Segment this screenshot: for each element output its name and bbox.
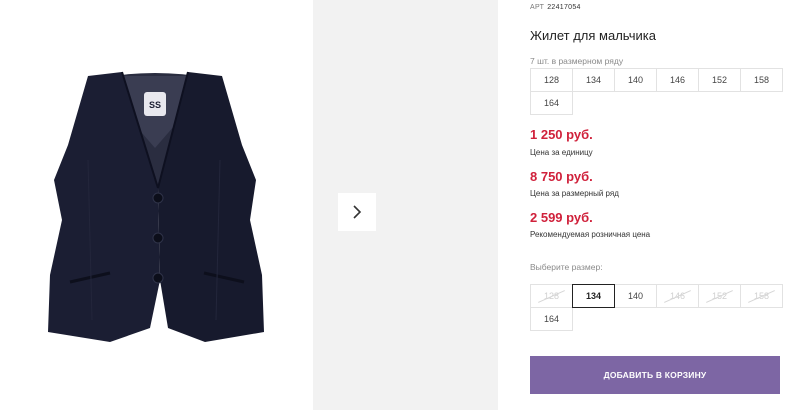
pack-size-cell: 164	[530, 91, 573, 115]
pack-size-grid: 128 134 140 146 152 158 164	[530, 68, 783, 115]
pack-size-cell: 152	[698, 68, 741, 92]
chevron-right-icon	[353, 205, 362, 219]
unit-price-label: Цена за единицу	[530, 148, 593, 157]
product-photo[interactable]: SS	[0, 0, 312, 410]
size-select-grid: 128 134 140 146 152 158 164	[530, 284, 783, 331]
vest-image: SS	[48, 71, 264, 342]
pack-size-cell: 140	[614, 68, 657, 92]
size-option-146: 146	[656, 284, 699, 308]
add-to-cart-button[interactable]: ДОБАВИТЬ В КОРЗИНУ	[530, 356, 780, 394]
size-option-134[interactable]: 134	[572, 284, 615, 308]
retail-price-label: Рекомендуемая розничная цена	[530, 230, 651, 239]
next-photo-button[interactable]	[338, 193, 376, 231]
unit-price: 1 250 руб.	[530, 127, 593, 142]
article-number: АРТ 22417054	[530, 4, 581, 11]
size-option-158: 158	[740, 284, 783, 308]
size-option-128: 128	[530, 284, 573, 308]
pack-price: 8 750 руб.	[530, 169, 593, 184]
pack-size-cell: 134	[572, 68, 615, 92]
pack-size-cell: 158	[740, 68, 783, 92]
brand-tag-icon: SS	[144, 92, 166, 116]
pack-size-cell: 146	[656, 68, 699, 92]
pack-size-hint: 7 шт. в размерном ряду	[530, 56, 624, 66]
retail-price: 2 599 руб.	[530, 210, 593, 225]
size-select-hint: Выберите размер:	[530, 262, 603, 272]
product-title: Жилет для мальчика	[530, 28, 656, 43]
size-option-164[interactable]: 164	[530, 307, 573, 331]
size-option-140[interactable]: 140	[614, 284, 657, 308]
pack-size-cell: 128	[530, 68, 573, 92]
product-page: SS АРТ 22417054 Жилет для мальчика 7 шт. …	[0, 0, 800, 410]
svg-text:SS: SS	[149, 100, 161, 110]
pack-price-label: Цена за размерный ряд	[530, 189, 619, 198]
size-option-152: 152	[698, 284, 741, 308]
